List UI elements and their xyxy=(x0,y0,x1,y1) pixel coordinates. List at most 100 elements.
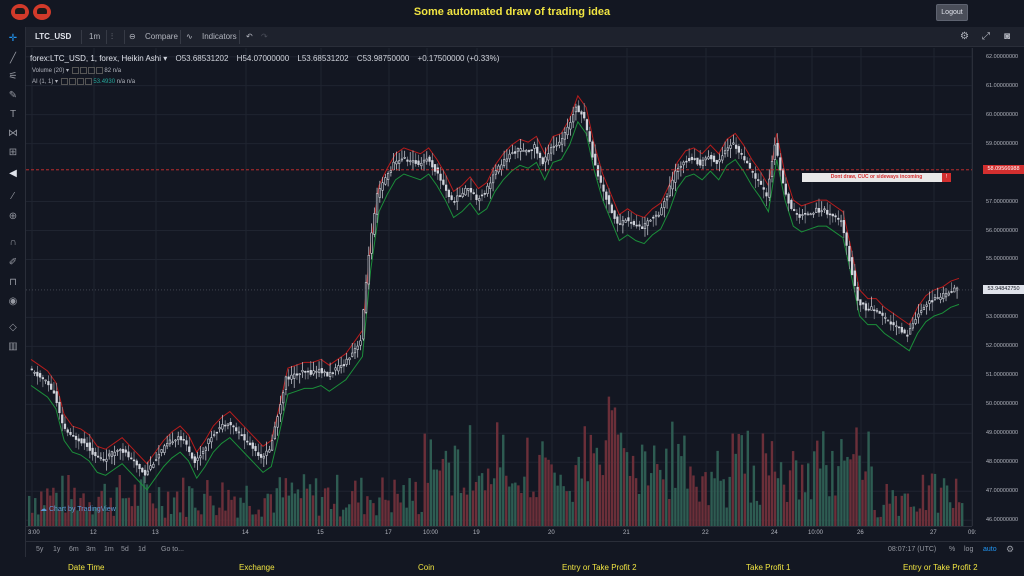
undo-icon[interactable]: ↶ xyxy=(246,27,253,47)
fullscreen-icon[interactable]: ⤢ xyxy=(982,27,990,47)
utc-clock[interactable]: 08:07:17 (UTC) xyxy=(888,546,936,553)
price-tick-label: 62.00000000 xyxy=(986,53,1019,60)
range-bar: 5y 1y 6m 3m 1m 5d 1d Go to... 08:07:17 (… xyxy=(26,541,1024,557)
candle-body xyxy=(768,178,771,198)
price-chart[interactable] xyxy=(26,48,972,526)
ruler-icon[interactable]: ⁄ xyxy=(7,191,19,203)
candle-body xyxy=(685,160,688,163)
candle-body xyxy=(491,174,495,184)
volume-bar xyxy=(819,468,822,526)
prediction-tool-icon[interactable]: ⊞ xyxy=(7,147,19,159)
volume-bar xyxy=(640,444,644,526)
candle-body xyxy=(185,440,188,445)
goto-button[interactable]: Go to... xyxy=(161,546,184,553)
annotation-alert-icon[interactable]: ! xyxy=(942,173,951,182)
more-icon[interactable] xyxy=(84,78,92,85)
auto-toggle[interactable]: auto xyxy=(983,546,997,553)
time-tick-label: 22 xyxy=(702,530,709,536)
indicators-button[interactable]: Indicators xyxy=(202,27,237,47)
trash-icon[interactable]: ▥ xyxy=(7,341,19,353)
percent-toggle[interactable]: % xyxy=(949,546,955,553)
volume-bar xyxy=(357,502,360,526)
range-1y[interactable]: 1y xyxy=(53,546,60,553)
series-name[interactable]: forex:LTC_USD, 1, forex, Heikin Ashi xyxy=(30,54,161,63)
volume-bar xyxy=(194,507,197,526)
candle-body xyxy=(403,157,406,159)
candle-body xyxy=(447,189,451,198)
footer-entry-tp2-b: Entry or Take Profit 2 xyxy=(903,563,978,572)
trade-annotation[interactable]: Dont draw, CUC or sideways incoming xyxy=(802,173,951,182)
close-icon[interactable] xyxy=(76,78,84,85)
candle-body xyxy=(704,157,707,161)
log-toggle[interactable]: log xyxy=(964,546,973,553)
candle-body xyxy=(464,188,467,196)
eye-icon[interactable] xyxy=(71,67,79,74)
settings-icon[interactable] xyxy=(68,78,76,85)
trend-line-icon[interactable]: ╱ xyxy=(7,53,19,65)
settings-gear-icon[interactable]: ⚙ xyxy=(960,27,969,47)
volume-bar xyxy=(924,510,928,526)
crosshair-icon[interactable]: ✛ xyxy=(7,33,19,45)
fib-tool-icon[interactable]: ⚟ xyxy=(7,71,19,83)
brush-icon[interactable]: ✎ xyxy=(7,90,19,102)
chevron-down-icon[interactable]: ▾ xyxy=(55,79,58,85)
candle-body xyxy=(500,164,503,170)
stay-drawing-icon[interactable]: ✐ xyxy=(7,257,19,269)
interval-selector[interactable]: 1m xyxy=(89,27,100,47)
lock-icon[interactable]: ⊓ xyxy=(7,277,19,289)
compare-icon[interactable]: ⊖ xyxy=(129,27,136,47)
range-3m[interactable]: 3m xyxy=(86,546,96,553)
eye-icon[interactable] xyxy=(60,78,68,85)
candle-body xyxy=(527,150,531,152)
range-5d[interactable]: 5d xyxy=(121,546,129,553)
zoom-in-icon[interactable]: ⊕ xyxy=(7,211,19,223)
compare-button[interactable]: Compare xyxy=(145,27,178,47)
range-1m[interactable]: 1m xyxy=(104,546,114,553)
volume-bar xyxy=(127,497,131,526)
chevron-down-icon[interactable]: ▾ xyxy=(163,54,167,63)
close-icon[interactable] xyxy=(87,67,95,74)
settings-gear-icon[interactable]: ⚙ xyxy=(1006,544,1014,555)
volume-bar xyxy=(800,464,804,526)
range-1d[interactable]: 1d xyxy=(138,546,146,553)
redo-icon[interactable]: ↷ xyxy=(261,27,268,47)
indicators-icon[interactable]: ∿ xyxy=(186,27,193,47)
candle-body xyxy=(154,459,158,461)
volume-bar xyxy=(405,507,408,526)
volume-bar xyxy=(486,468,490,526)
camera-icon[interactable]: ◙ xyxy=(1004,27,1010,47)
range-6m[interactable]: 6m xyxy=(69,546,79,553)
volume-bar xyxy=(290,482,294,526)
magnet-icon[interactable]: ∩ xyxy=(7,237,19,249)
volume-bar xyxy=(257,509,260,526)
tradingview-watermark[interactable]: ☁ Chart by TradingView xyxy=(40,505,116,513)
more-icon[interactable] xyxy=(95,67,103,74)
range-5y[interactable]: 5y xyxy=(36,546,43,553)
ai-label[interactable]: AI (1, 1) xyxy=(32,79,53,85)
back-arrow-icon[interactable]: ◀ xyxy=(7,168,19,180)
candle-body xyxy=(284,376,288,390)
candle-body xyxy=(624,219,627,223)
text-tool-icon[interactable]: T xyxy=(7,109,19,121)
divider xyxy=(124,30,125,44)
settings-icon[interactable] xyxy=(79,67,87,74)
volume-bar xyxy=(224,510,227,526)
candle-body xyxy=(947,292,950,296)
layers-icon[interactable]: ◇ xyxy=(7,322,19,334)
volume-label[interactable]: Volume (20) xyxy=(32,68,64,74)
time-axis[interactable]: 3:00 12 13 14 15 17 10:00 19 20 21 22 24 10:00 26 27 09… xyxy=(26,526,976,540)
pattern-tool-icon[interactable]: ⋈ xyxy=(7,128,19,140)
chevron-down-icon[interactable]: ▾ xyxy=(66,68,69,74)
candle-body xyxy=(469,187,473,193)
volume-bar xyxy=(556,485,559,526)
candle-body xyxy=(754,173,757,179)
price-axis[interactable]: 62.00000000 61.00000000 60.00000000 59.0000… xyxy=(972,48,1024,526)
eye-icon[interactable]: ◉ xyxy=(7,296,19,308)
candle-body xyxy=(781,168,785,184)
chart-style-icon[interactable]: ⫶ xyxy=(111,27,113,47)
volume-bar xyxy=(909,506,913,526)
symbol-search[interactable]: LTC_USD xyxy=(35,27,71,47)
logout-button[interactable]: Logout xyxy=(936,4,968,21)
candle-body xyxy=(538,152,542,158)
candle-body xyxy=(776,142,779,156)
